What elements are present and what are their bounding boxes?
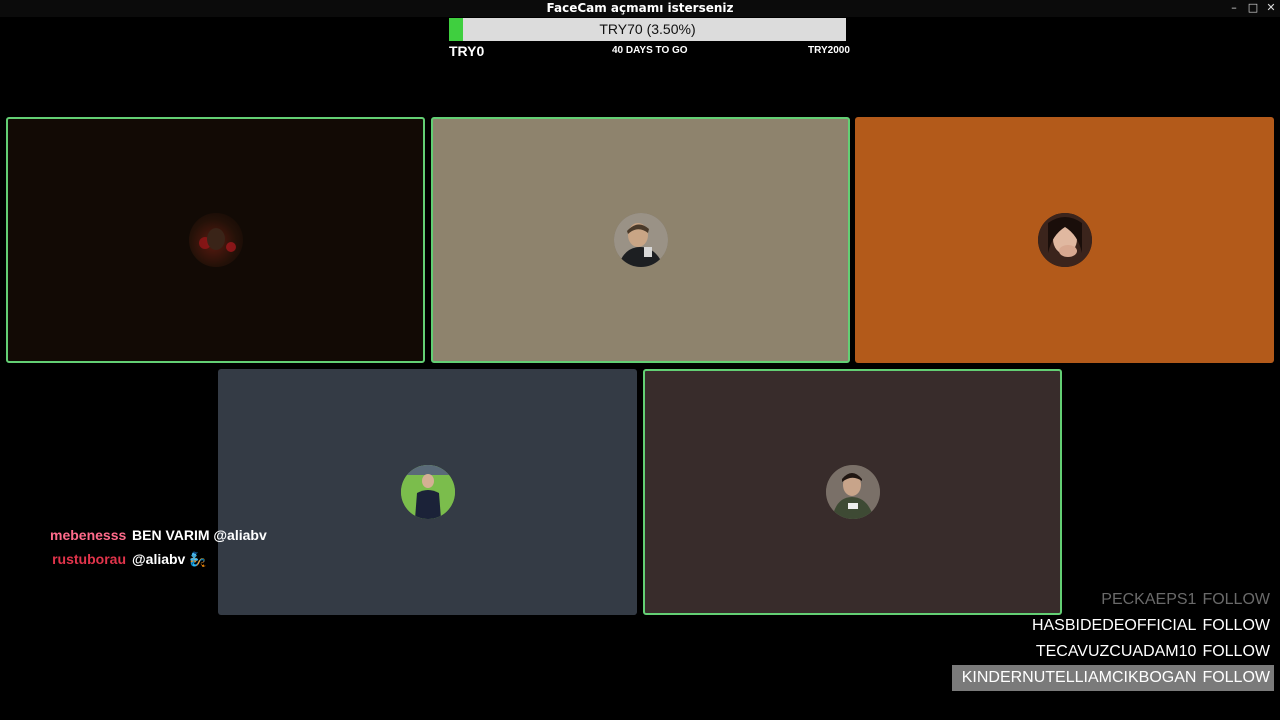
title-bar: FaceCam açmamı isterseniz – □ ✕	[0, 0, 1280, 17]
follow-label: FOLLOW	[1202, 591, 1270, 608]
participant-avatar[interactable]	[400, 465, 455, 519]
goal-amount-text: TRY70 (3.50%)	[599, 21, 696, 37]
chat-text: BEN VARIM @aliabv	[132, 527, 267, 543]
participant-avatar[interactable]	[188, 213, 243, 267]
follower-row: KINDERNUTELLIAMCIKBOGAN FOLLOW	[951, 665, 1274, 691]
participant-avatar[interactable]	[613, 213, 668, 267]
follower-name: TECAVUZCUADAM10	[1035, 643, 1197, 660]
video-tile[interactable]	[431, 117, 850, 363]
video-tile[interactable]	[218, 369, 637, 615]
video-tile[interactable]	[6, 117, 425, 363]
goal-max-label: TRY2000	[808, 45, 850, 56]
follower-alerts: PECKAEPS1 FOLLOW HASBIDEDEOFFICIAL FOLLOW …	[951, 587, 1274, 691]
chat-message: rustuborau @aliabv 🧞	[50, 551, 207, 568]
follower-name: HASBIDEDEOFFICIAL	[1031, 617, 1197, 634]
video-tile[interactable]	[855, 117, 1274, 363]
follower-row: HASBIDEDEOFFICIAL FOLLOW	[974, 613, 1274, 639]
close-button[interactable]: ✕	[1262, 1, 1280, 14]
minimize-button[interactable]: –	[1225, 1, 1243, 14]
follower-name: PECKAEPS1	[1101, 591, 1197, 608]
chat-username: mebenesss	[50, 527, 127, 543]
chat-text: @aliabv 🧞	[132, 551, 207, 567]
video-tile[interactable]	[643, 369, 1062, 615]
maximize-button[interactable]: □	[1244, 1, 1262, 14]
follow-label: FOLLOW	[1202, 669, 1270, 686]
follow-label: FOLLOW	[1202, 617, 1270, 634]
follower-row: PECKAEPS1 FOLLOW	[974, 587, 1274, 613]
donation-goal-bar: TRY70 (3.50%)	[449, 18, 846, 41]
chat-message: mebenesss BEN VARIM @aliabv	[50, 527, 267, 543]
window-title: FaceCam açmamı isterseniz	[546, 1, 734, 15]
follow-label: FOLLOW	[1202, 643, 1270, 660]
goal-days-label: 40 DAYS TO GO	[612, 45, 688, 56]
chat-username: rustuborau	[52, 551, 126, 567]
follower-row: TECAVUZCUADAM10 FOLLOW	[974, 639, 1274, 665]
goal-min-label: TRY0	[449, 43, 485, 59]
participant-avatar[interactable]	[825, 465, 880, 519]
follower-name: KINDERNUTELLIAMCIKBOGAN	[961, 669, 1197, 686]
participant-avatar[interactable]	[1037, 213, 1092, 267]
